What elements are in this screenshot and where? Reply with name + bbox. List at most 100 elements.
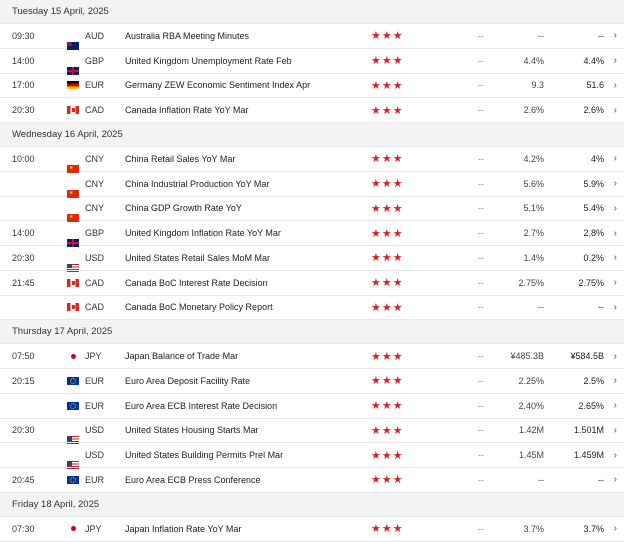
chevron-right-icon[interactable]: › [614, 80, 617, 91]
actual-value: -- [478, 277, 484, 288]
previous-value: 4.4% [583, 55, 604, 66]
event-time: 07:30 [12, 523, 35, 534]
flag-jp-icon [67, 524, 79, 533]
event-row[interactable]: 14:00 GBP United Kingdom Unemployment Rate… [0, 49, 624, 75]
event-row[interactable]: 21:45 CAD Canada BoC Interest Rate Decisio… [0, 271, 624, 296]
forecast-value: 2.7% [523, 228, 544, 239]
economic-calendar: Tuesday 15 April, 2025 09:30 AUD Australia … [0, 0, 624, 542]
previous-value: 51.6 [586, 80, 604, 91]
forecast-value: 1.4% [523, 252, 544, 263]
importance-stars-icon: ★★★ [371, 30, 404, 43]
currency-code: CNY [85, 178, 105, 189]
previous-value: 0.2% [583, 252, 604, 263]
forecast-value: 2.25% [518, 375, 544, 386]
chevron-right-icon[interactable]: › [614, 523, 617, 534]
event-row[interactable]: 20:30 USD United States Retail Sales MoM M… [0, 246, 624, 272]
previous-value: 5.4% [583, 203, 604, 214]
chevron-right-icon[interactable]: › [614, 178, 617, 189]
event-row[interactable]: USD United States Building Permits Prel M… [0, 443, 624, 469]
forecast-value: ¥485.3B [510, 351, 544, 362]
forecast-value: 4.2% [523, 153, 544, 164]
event-name: Canada Inflation Rate YoY Mar [125, 105, 249, 116]
event-name: Canada BoC Monetary Policy Report [125, 302, 273, 313]
event-row[interactable]: CAD Canada BoC Monetary Policy Report ★★★ -… [0, 296, 624, 321]
actual-value: -- [478, 105, 484, 116]
previous-value: 2.6% [583, 105, 604, 116]
previous-value: ¥584.5B [570, 351, 604, 362]
event-row[interactable]: 20:45 EUR Euro Area ECB Press Conference ★★… [0, 468, 624, 493]
currency-code: USD [85, 252, 105, 263]
currency-code: CAD [85, 105, 105, 116]
actual-value: -- [478, 425, 484, 436]
currency-code: USD [85, 425, 105, 436]
currency-code: CNY [85, 203, 105, 214]
event-row[interactable]: EUR Euro Area ECB Interest Rate Decision ★… [0, 394, 624, 419]
importance-stars-icon: ★★★ [371, 79, 404, 92]
event-name: United Kingdom Inflation Rate YoY Mar [125, 228, 281, 239]
chevron-right-icon[interactable]: › [614, 375, 617, 386]
previous-value: 1.459M [573, 450, 604, 461]
event-row[interactable]: 09:30 AUD Australia RBA Meeting Minutes ★★★… [0, 24, 624, 50]
actual-value: -- [478, 30, 484, 41]
flag-ca-icon [67, 106, 79, 115]
importance-stars-icon: ★★★ [371, 449, 404, 462]
chevron-right-icon[interactable]: › [614, 252, 617, 263]
forecast-value: -- [538, 474, 544, 485]
importance-stars-icon: ★★★ [371, 277, 404, 290]
previous-value: 3.7% [583, 523, 604, 534]
event-row[interactable]: 07:50 JPY Japan Balance of Trade Mar ★★★ -- ¥… [0, 344, 624, 369]
event-time: 07:50 [12, 351, 35, 362]
event-row[interactable]: 07:30 JPY Japan Inflation Rate YoY Mar ★★★ -… [0, 517, 624, 542]
event-time: 09:30 [12, 30, 35, 41]
event-time: 20:30 [12, 252, 35, 263]
previous-value: -- [598, 302, 604, 313]
actual-value: -- [478, 55, 484, 66]
previous-value: 5.9% [583, 178, 604, 189]
currency-code: JPY [85, 523, 102, 534]
chevron-right-icon[interactable]: › [614, 474, 617, 485]
chevron-right-icon[interactable]: › [614, 277, 617, 288]
event-time: 14:00 [12, 55, 35, 66]
currency-code: EUR [85, 80, 105, 91]
event-row[interactable]: 10:00 ★ CNY China Retail Sales YoY Mar ★★★ --… [0, 147, 624, 173]
event-row[interactable]: 20:15 EUR Euro Area Deposit Facility Rate ★… [0, 369, 624, 394]
forecast-value: 5.1% [523, 203, 544, 214]
actual-value: -- [478, 302, 484, 313]
importance-stars-icon: ★★★ [371, 523, 404, 536]
importance-stars-icon: ★★★ [371, 301, 404, 314]
event-name: Japan Inflation Rate YoY Mar [125, 523, 242, 534]
chevron-right-icon[interactable]: › [614, 450, 617, 461]
chevron-right-icon[interactable]: › [614, 153, 617, 164]
chevron-right-icon[interactable]: › [614, 425, 617, 436]
day-header: Tuesday 15 April, 2025 [0, 0, 624, 24]
event-row[interactable]: ★ CNY China GDP Growth Rate YoY ★★★ -- 5.1% 5.… [0, 197, 624, 223]
forecast-value: 2.40% [518, 400, 544, 411]
event-row[interactable]: ★ CNY China Industrial Production YoY Mar ★… [0, 172, 624, 198]
importance-stars-icon: ★★★ [371, 104, 404, 117]
event-row[interactable]: 14:00 GBP United Kingdom Inflation Rate Yo… [0, 221, 624, 247]
actual-value: -- [478, 80, 484, 91]
chevron-right-icon[interactable]: › [614, 203, 617, 214]
forecast-value: 3.7% [523, 523, 544, 534]
event-row[interactable]: 20:30 CAD Canada Inflation Rate YoY Mar ★★★… [0, 98, 624, 123]
chevron-right-icon[interactable]: › [614, 55, 617, 66]
chevron-right-icon[interactable]: › [614, 302, 617, 313]
event-row[interactable]: 17:00 EUR Germany ZEW Economic Sentiment I… [0, 74, 624, 99]
event-row[interactable]: 20:30 USD United States Housing Starts Mar… [0, 419, 624, 445]
currency-code: AUD [85, 30, 105, 41]
event-name: China GDP Growth Rate YoY [125, 203, 242, 214]
importance-stars-icon: ★★★ [371, 375, 404, 388]
chevron-right-icon[interactable]: › [614, 105, 617, 116]
chevron-right-icon[interactable]: › [614, 228, 617, 239]
chevron-right-icon[interactable]: › [614, 30, 617, 41]
chevron-right-icon[interactable]: › [614, 400, 617, 411]
actual-value: -- [478, 450, 484, 461]
chevron-right-icon[interactable]: › [614, 351, 617, 362]
forecast-value: 2.6% [523, 105, 544, 116]
importance-stars-icon: ★★★ [371, 153, 404, 166]
currency-code: GBP [85, 55, 105, 66]
actual-value: -- [478, 203, 484, 214]
actual-value: -- [478, 228, 484, 239]
importance-stars-icon: ★★★ [371, 424, 404, 437]
event-time: 20:30 [12, 425, 35, 436]
